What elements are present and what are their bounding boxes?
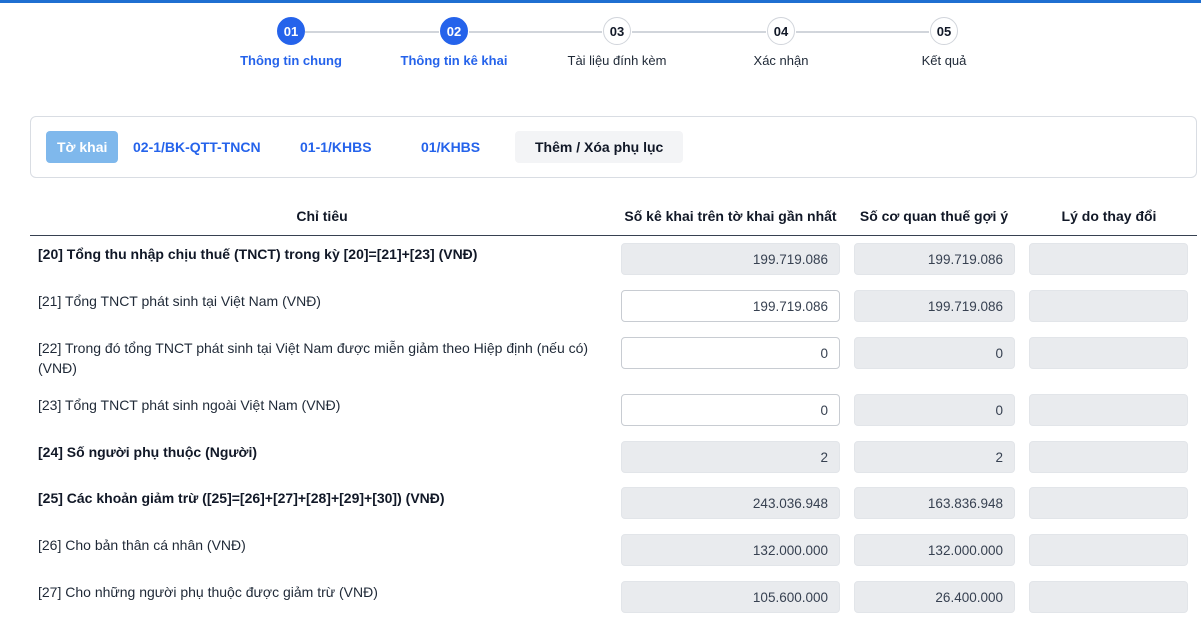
suggested-field-26: 132.000.000 (854, 534, 1015, 566)
declared-input-22[interactable]: 0 (621, 337, 840, 369)
declared-input-21[interactable]: 199.719.086 (621, 290, 840, 322)
row-label-22: [22] Trong đó tổng TNCT phát sinh tại Vi… (38, 340, 589, 376)
row-label-24: [24] Số người phụ thuộc (Người) (38, 444, 258, 460)
header-indicator: Chỉ tiêu (296, 208, 348, 224)
step-label: Thông tin chung (240, 53, 342, 68)
step-number: 05 (930, 17, 958, 45)
header-reason: Lý do thay đổi (1061, 208, 1157, 224)
step-number: 01 (277, 17, 305, 45)
reason-field-26[interactable] (1029, 534, 1188, 566)
step-label: Kết quả (921, 53, 967, 68)
suggested-field-24: 2 (854, 441, 1015, 473)
progress-stepper: 01 Thông tin chung 02 Thông tin kê khai … (0, 0, 1201, 80)
row-label-27: [27] Cho những người phụ thuộc được giảm… (38, 584, 378, 600)
step-declaration-info[interactable]: 02 Thông tin kê khai (379, 17, 529, 68)
row-label-26: [26] Cho bản thân cá nhân (VNĐ) (38, 537, 246, 553)
step-label: Xác nhận (753, 53, 809, 68)
reason-field-25[interactable] (1029, 487, 1188, 519)
header-declared: Số kê khai trên tờ khai gần nhất (624, 208, 837, 224)
step-number: 03 (603, 17, 631, 45)
step-label: Tài liệu đính kèm (567, 53, 667, 68)
row-label-20: [20] Tổng thu nhập chịu thuế (TNCT) tron… (38, 246, 478, 262)
suggested-field-27: 26.400.000 (854, 581, 1015, 613)
row-label-25: [25] Các khoản giảm trừ ([25]=[26]+[27]+… (38, 490, 445, 506)
tab-02-1-bk-qtt-tncn[interactable]: 02-1/BK-QTT-TNCN (133, 131, 261, 163)
declared-input-23[interactable]: 0 (621, 394, 840, 426)
add-remove-appendix-button[interactable]: Thêm / Xóa phụ lục (515, 131, 684, 163)
table-header: Chỉ tiêu Số kê khai trên tờ khai gần nhấ… (30, 196, 1197, 236)
tab-to-khai[interactable]: Tờ khai (46, 131, 119, 163)
suggested-field-20: 199.719.086 (854, 243, 1015, 275)
suggested-field-25: 163.836.948 (854, 487, 1015, 519)
step-general-info[interactable]: 01 Thông tin chung (216, 17, 366, 68)
reason-field-24[interactable] (1029, 441, 1188, 473)
row-label-23: [23] Tổng TNCT phát sinh ngoài Việt Nam … (38, 397, 341, 413)
reason-field-23[interactable] (1029, 394, 1188, 426)
step-result[interactable]: 05 Kết quả (869, 17, 1019, 68)
row-label-21: [21] Tổng TNCT phát sinh tại Việt Nam (V… (38, 293, 321, 309)
step-number: 02 (440, 17, 468, 45)
step-label: Thông tin kê khai (400, 53, 508, 68)
reason-field-20[interactable] (1029, 243, 1188, 275)
declared-field-20: 199.719.086 (621, 243, 840, 275)
declared-field-25: 243.036.948 (621, 487, 840, 519)
tab-01-1-khbs[interactable]: 01-1/KHBS (300, 131, 372, 163)
declared-field-24: 2 (621, 441, 840, 473)
tab-01-khbs[interactable]: 01/KHBS (421, 131, 480, 163)
reason-field-27[interactable] (1029, 581, 1188, 613)
reason-field-21[interactable] (1029, 290, 1188, 322)
suggested-field-22: 0 (854, 337, 1015, 369)
header-suggested: Số cơ quan thuế gợi ý (859, 208, 1009, 224)
reason-field-22[interactable] (1029, 337, 1188, 369)
step-number: 04 (767, 17, 795, 45)
declared-field-27: 105.600.000 (621, 581, 840, 613)
step-confirm[interactable]: 04 Xác nhận (706, 17, 856, 68)
suggested-field-21: 199.719.086 (854, 290, 1015, 322)
suggested-field-23: 0 (854, 394, 1015, 426)
form-tabs: Tờ khai 02-1/BK-QTT-TNCN 01-1/KHBS 01/KH… (30, 116, 1197, 178)
declared-field-26: 132.000.000 (621, 534, 840, 566)
step-attachments[interactable]: 03 Tài liệu đính kèm (542, 17, 692, 68)
